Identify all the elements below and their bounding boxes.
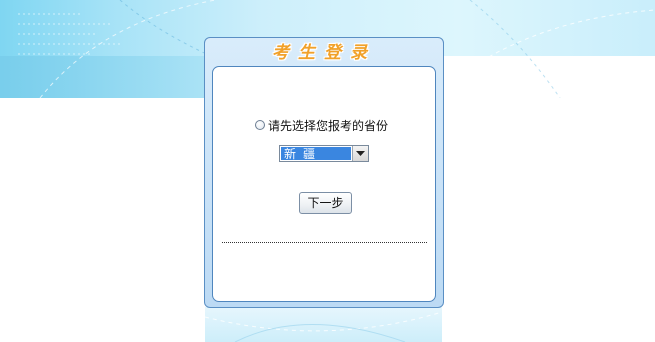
province-select[interactable]: 新疆	[279, 145, 369, 162]
chevron-down-icon[interactable]	[352, 146, 368, 161]
next-step-button[interactable]: 下一步	[299, 192, 352, 214]
login-panel: 考生登录 请先选择您报考的省份 新疆 下一步	[204, 37, 444, 308]
divider	[222, 242, 427, 243]
footer-decoration	[205, 307, 442, 342]
province-selected-value: 新疆	[281, 147, 351, 161]
province-radio[interactable]	[255, 120, 265, 130]
province-prompt: 请先选择您报考的省份	[268, 118, 389, 133]
login-title: 考生登录	[272, 43, 376, 63]
province-prompt-row: 请先选择您报考的省份	[255, 117, 388, 133]
login-form: 请先选择您报考的省份 新疆 下一步	[212, 66, 436, 302]
